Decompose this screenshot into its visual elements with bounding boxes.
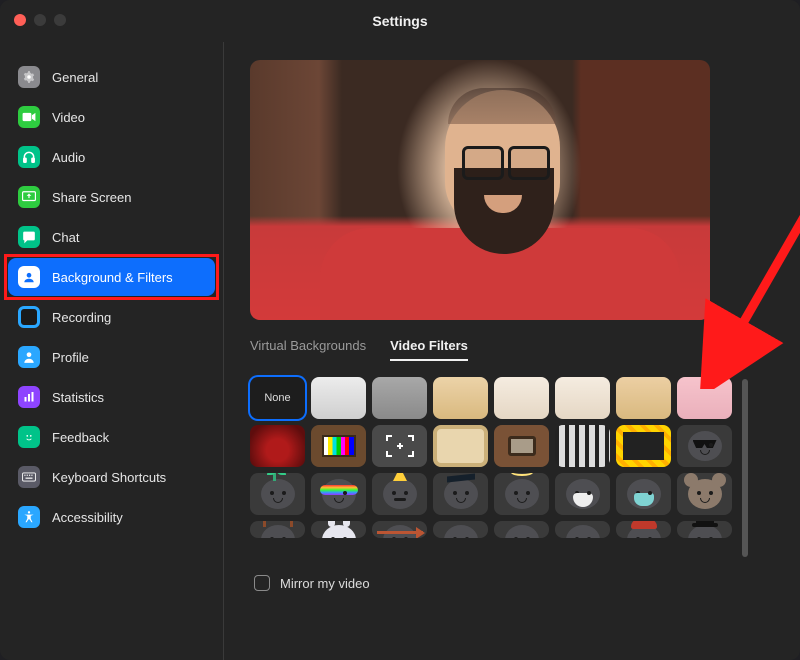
- mirror-video-checkbox[interactable]: [254, 575, 270, 591]
- sidebar-item-label: Keyboard Shortcuts: [52, 470, 166, 485]
- filter-tile-top-hat[interactable]: [677, 521, 732, 538]
- filter-tile-sprout[interactable]: [250, 473, 305, 515]
- keyboard-icon: [18, 466, 40, 488]
- accessibility-icon: [18, 506, 40, 528]
- filter-tile-emoji-border[interactable]: [616, 425, 671, 467]
- filter-tile-tint[interactable]: [677, 377, 732, 419]
- filter-tile-grad-cap[interactable]: [433, 473, 488, 515]
- sidebar-item-label: Feedback: [52, 430, 109, 445]
- filters-panel: None: [250, 377, 782, 563]
- headphones-icon: [18, 146, 40, 168]
- sidebar-item-label: General: [52, 70, 98, 85]
- bar-chart-icon: [18, 386, 40, 408]
- sidebar-item-chat[interactable]: Chat: [8, 218, 215, 256]
- sidebar-item-background-filters[interactable]: Background & Filters: [8, 258, 215, 296]
- filter-scrollbar[interactable]: [742, 379, 748, 557]
- chat-icon: [18, 226, 40, 248]
- filter-tile[interactable]: [433, 521, 488, 538]
- filter-tile-mouse-ears[interactable]: [677, 473, 732, 515]
- filter-tile-tint[interactable]: [616, 377, 671, 419]
- window-controls: [14, 14, 66, 26]
- filter-tile-arrow-head[interactable]: [372, 521, 427, 538]
- sidebar-item-label: Video: [52, 110, 85, 125]
- share-screen-icon: [18, 186, 40, 208]
- filter-tile-retro-tv[interactable]: [494, 425, 549, 467]
- record-icon: [18, 306, 40, 328]
- sidebar: General Video Audio Share Screen: [0, 42, 224, 660]
- camera-icon: [18, 106, 40, 128]
- sidebar-item-label: Share Screen: [52, 190, 132, 205]
- filter-tile-crop[interactable]: [372, 425, 427, 467]
- filter-tile-tint[interactable]: [433, 377, 488, 419]
- window-body: General Video Audio Share Screen: [0, 42, 800, 660]
- filter-tile-sunglasses[interactable]: [677, 425, 732, 467]
- sidebar-item-feedback[interactable]: Feedback: [8, 418, 215, 456]
- video-preview: [250, 60, 710, 320]
- smile-icon: [18, 426, 40, 448]
- sidebar-item-share-screen[interactable]: Share Screen: [8, 178, 215, 216]
- main-panel: Virtual Backgrounds Video Filters None: [224, 42, 800, 660]
- sidebar-item-label: Profile: [52, 350, 89, 365]
- sidebar-item-profile[interactable]: Profile: [8, 338, 215, 376]
- filter-tile-surgical-mask[interactable]: [616, 473, 671, 515]
- sidebar-item-label: Accessibility: [52, 510, 123, 525]
- person-frame-icon: [18, 266, 40, 288]
- filter-tile-tv-bars[interactable]: [311, 425, 366, 467]
- gear-icon: [18, 66, 40, 88]
- filter-tile-tint[interactable]: [372, 377, 427, 419]
- close-icon[interactable]: [14, 14, 26, 26]
- sidebar-item-label: Statistics: [52, 390, 104, 405]
- filter-tile-halo[interactable]: [494, 473, 549, 515]
- sidebar-item-general[interactable]: General: [8, 58, 215, 96]
- filter-tile-frame[interactable]: [433, 425, 488, 467]
- filter-tile-none[interactable]: None: [250, 377, 305, 419]
- titlebar: Settings: [0, 0, 800, 42]
- filter-tile-tint[interactable]: [555, 377, 610, 419]
- sidebar-item-label: Background & Filters: [52, 270, 173, 285]
- filter-tile-theater[interactable]: [250, 425, 305, 467]
- filter-tile-n95-mask[interactable]: [555, 473, 610, 515]
- filter-grid: None: [250, 377, 732, 563]
- settings-window: Settings General Video Audio: [0, 0, 800, 660]
- filter-tabs: Virtual Backgrounds Video Filters: [250, 338, 782, 361]
- person-icon: [18, 346, 40, 368]
- tab-virtual-backgrounds[interactable]: Virtual Backgrounds: [250, 338, 366, 361]
- sidebar-item-keyboard-shortcuts[interactable]: Keyboard Shortcuts: [8, 458, 215, 496]
- maximize-icon[interactable]: [54, 14, 66, 26]
- filter-tile-rainbow[interactable]: [311, 473, 366, 515]
- filter-tile-film-strip[interactable]: [555, 425, 610, 467]
- filter-tile[interactable]: [494, 521, 549, 538]
- mirror-video-label: Mirror my video: [280, 576, 370, 591]
- filter-tile-party-hat[interactable]: [372, 473, 427, 515]
- filter-tile-beret[interactable]: [616, 521, 671, 538]
- sidebar-item-statistics[interactable]: Statistics: [8, 378, 215, 416]
- mirror-video-row[interactable]: Mirror my video: [254, 575, 782, 591]
- sidebar-item-audio[interactable]: Audio: [8, 138, 215, 176]
- minimize-icon[interactable]: [34, 14, 46, 26]
- sidebar-item-label: Audio: [52, 150, 85, 165]
- sidebar-item-recording[interactable]: Recording: [8, 298, 215, 336]
- filter-tile-antlers[interactable]: [250, 521, 305, 538]
- filter-tile-tint[interactable]: [311, 377, 366, 419]
- sidebar-item-label: Recording: [52, 310, 111, 325]
- sidebar-item-label: Chat: [52, 230, 79, 245]
- sidebar-item-video[interactable]: Video: [8, 98, 215, 136]
- filter-tile-bunny-ears[interactable]: [311, 521, 366, 538]
- tab-video-filters[interactable]: Video Filters: [390, 338, 468, 361]
- filter-tile[interactable]: [555, 521, 610, 538]
- filter-tile-tint[interactable]: [494, 377, 549, 419]
- window-title: Settings: [372, 13, 427, 29]
- sidebar-item-accessibility[interactable]: Accessibility: [8, 498, 215, 536]
